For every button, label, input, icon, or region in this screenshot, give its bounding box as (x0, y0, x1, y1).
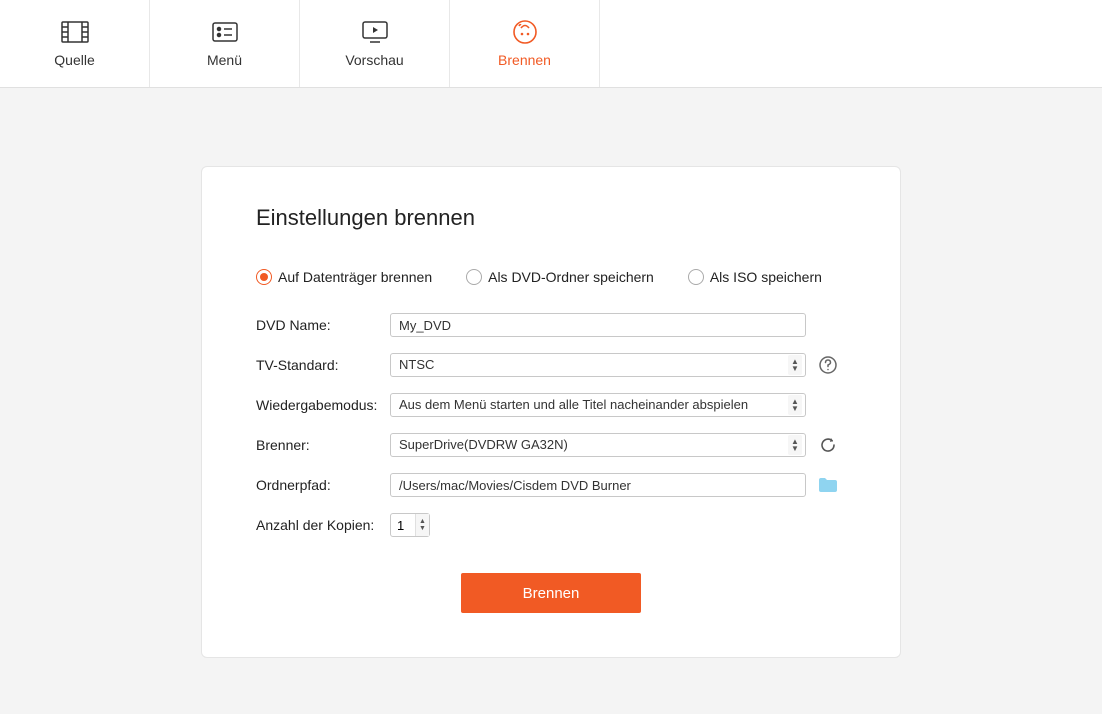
radio-label: Als DVD-Ordner speichern (488, 269, 654, 285)
tab-source[interactable]: Quelle (0, 0, 150, 87)
playback-mode-select[interactable]: Aus dem Menü starten und alle Titel nach… (390, 393, 806, 417)
film-icon (61, 20, 89, 44)
stepper-value: 1 (391, 518, 415, 533)
browse-folder-button[interactable] (818, 475, 838, 495)
tv-standard-select[interactable]: NTSC ▲▼ (390, 353, 806, 377)
burn-button[interactable]: Brennen (461, 573, 641, 613)
dvd-name-label: DVD Name: (256, 317, 390, 333)
menu-icon (211, 20, 239, 44)
panel-title: Einstellungen brennen (256, 205, 846, 231)
burner-select[interactable]: SuperDrive(DVDRW GA32N) ▲▼ (390, 433, 806, 457)
radio-label: Als ISO speichern (710, 269, 822, 285)
content-area: Einstellungen brennen Auf Datenträger br… (0, 88, 1102, 658)
radio-indicator-icon (256, 269, 272, 285)
playback-mode-label: Wiedergabemodus: (256, 397, 390, 413)
select-value: SuperDrive(DVDRW GA32N) (390, 433, 806, 457)
burner-label: Brenner: (256, 437, 390, 453)
updown-arrows-icon: ▲▼ (788, 355, 802, 375)
copies-stepper[interactable]: 1 ▲▼ (390, 513, 430, 537)
radio-label: Auf Datenträger brennen (278, 269, 432, 285)
folder-path-input[interactable] (390, 473, 806, 497)
burn-settings-panel: Einstellungen brennen Auf Datenträger br… (201, 166, 901, 658)
updown-arrows-icon: ▲▼ (788, 435, 802, 455)
copies-label: Anzahl der Kopien: (256, 517, 390, 533)
help-button[interactable] (818, 355, 838, 375)
select-value: Aus dem Menü starten und alle Titel nach… (390, 393, 806, 417)
updown-arrows-icon: ▲▼ (415, 514, 429, 536)
tab-menu[interactable]: Menü (150, 0, 300, 87)
tab-label: Brennen (498, 52, 551, 68)
select-value: NTSC (390, 353, 806, 377)
tab-label: Quelle (54, 52, 94, 68)
radio-save-as-folder[interactable]: Als DVD-Ordner speichern (466, 269, 654, 285)
radio-burn-to-disc[interactable]: Auf Datenträger brennen (256, 269, 432, 285)
tab-label: Menü (207, 52, 242, 68)
updown-arrows-icon: ▲▼ (788, 395, 802, 415)
radio-save-as-iso[interactable]: Als ISO speichern (688, 269, 822, 285)
tab-bar: Quelle Menü Vorschau (0, 0, 1102, 88)
output-mode-radio-group: Auf Datenträger brennen Als DVD-Ordner s… (256, 269, 846, 285)
tab-preview[interactable]: Vorschau (300, 0, 450, 87)
refresh-button[interactable] (818, 435, 838, 455)
tab-burn[interactable]: Brennen (450, 0, 600, 87)
play-monitor-icon (361, 20, 389, 44)
radio-indicator-icon (466, 269, 482, 285)
tab-label: Vorschau (345, 52, 403, 68)
folder-path-label: Ordnerpfad: (256, 477, 390, 493)
burn-disc-icon (511, 20, 539, 44)
tv-standard-label: TV-Standard: (256, 357, 390, 373)
radio-indicator-icon (688, 269, 704, 285)
dvd-name-input[interactable] (390, 313, 806, 337)
